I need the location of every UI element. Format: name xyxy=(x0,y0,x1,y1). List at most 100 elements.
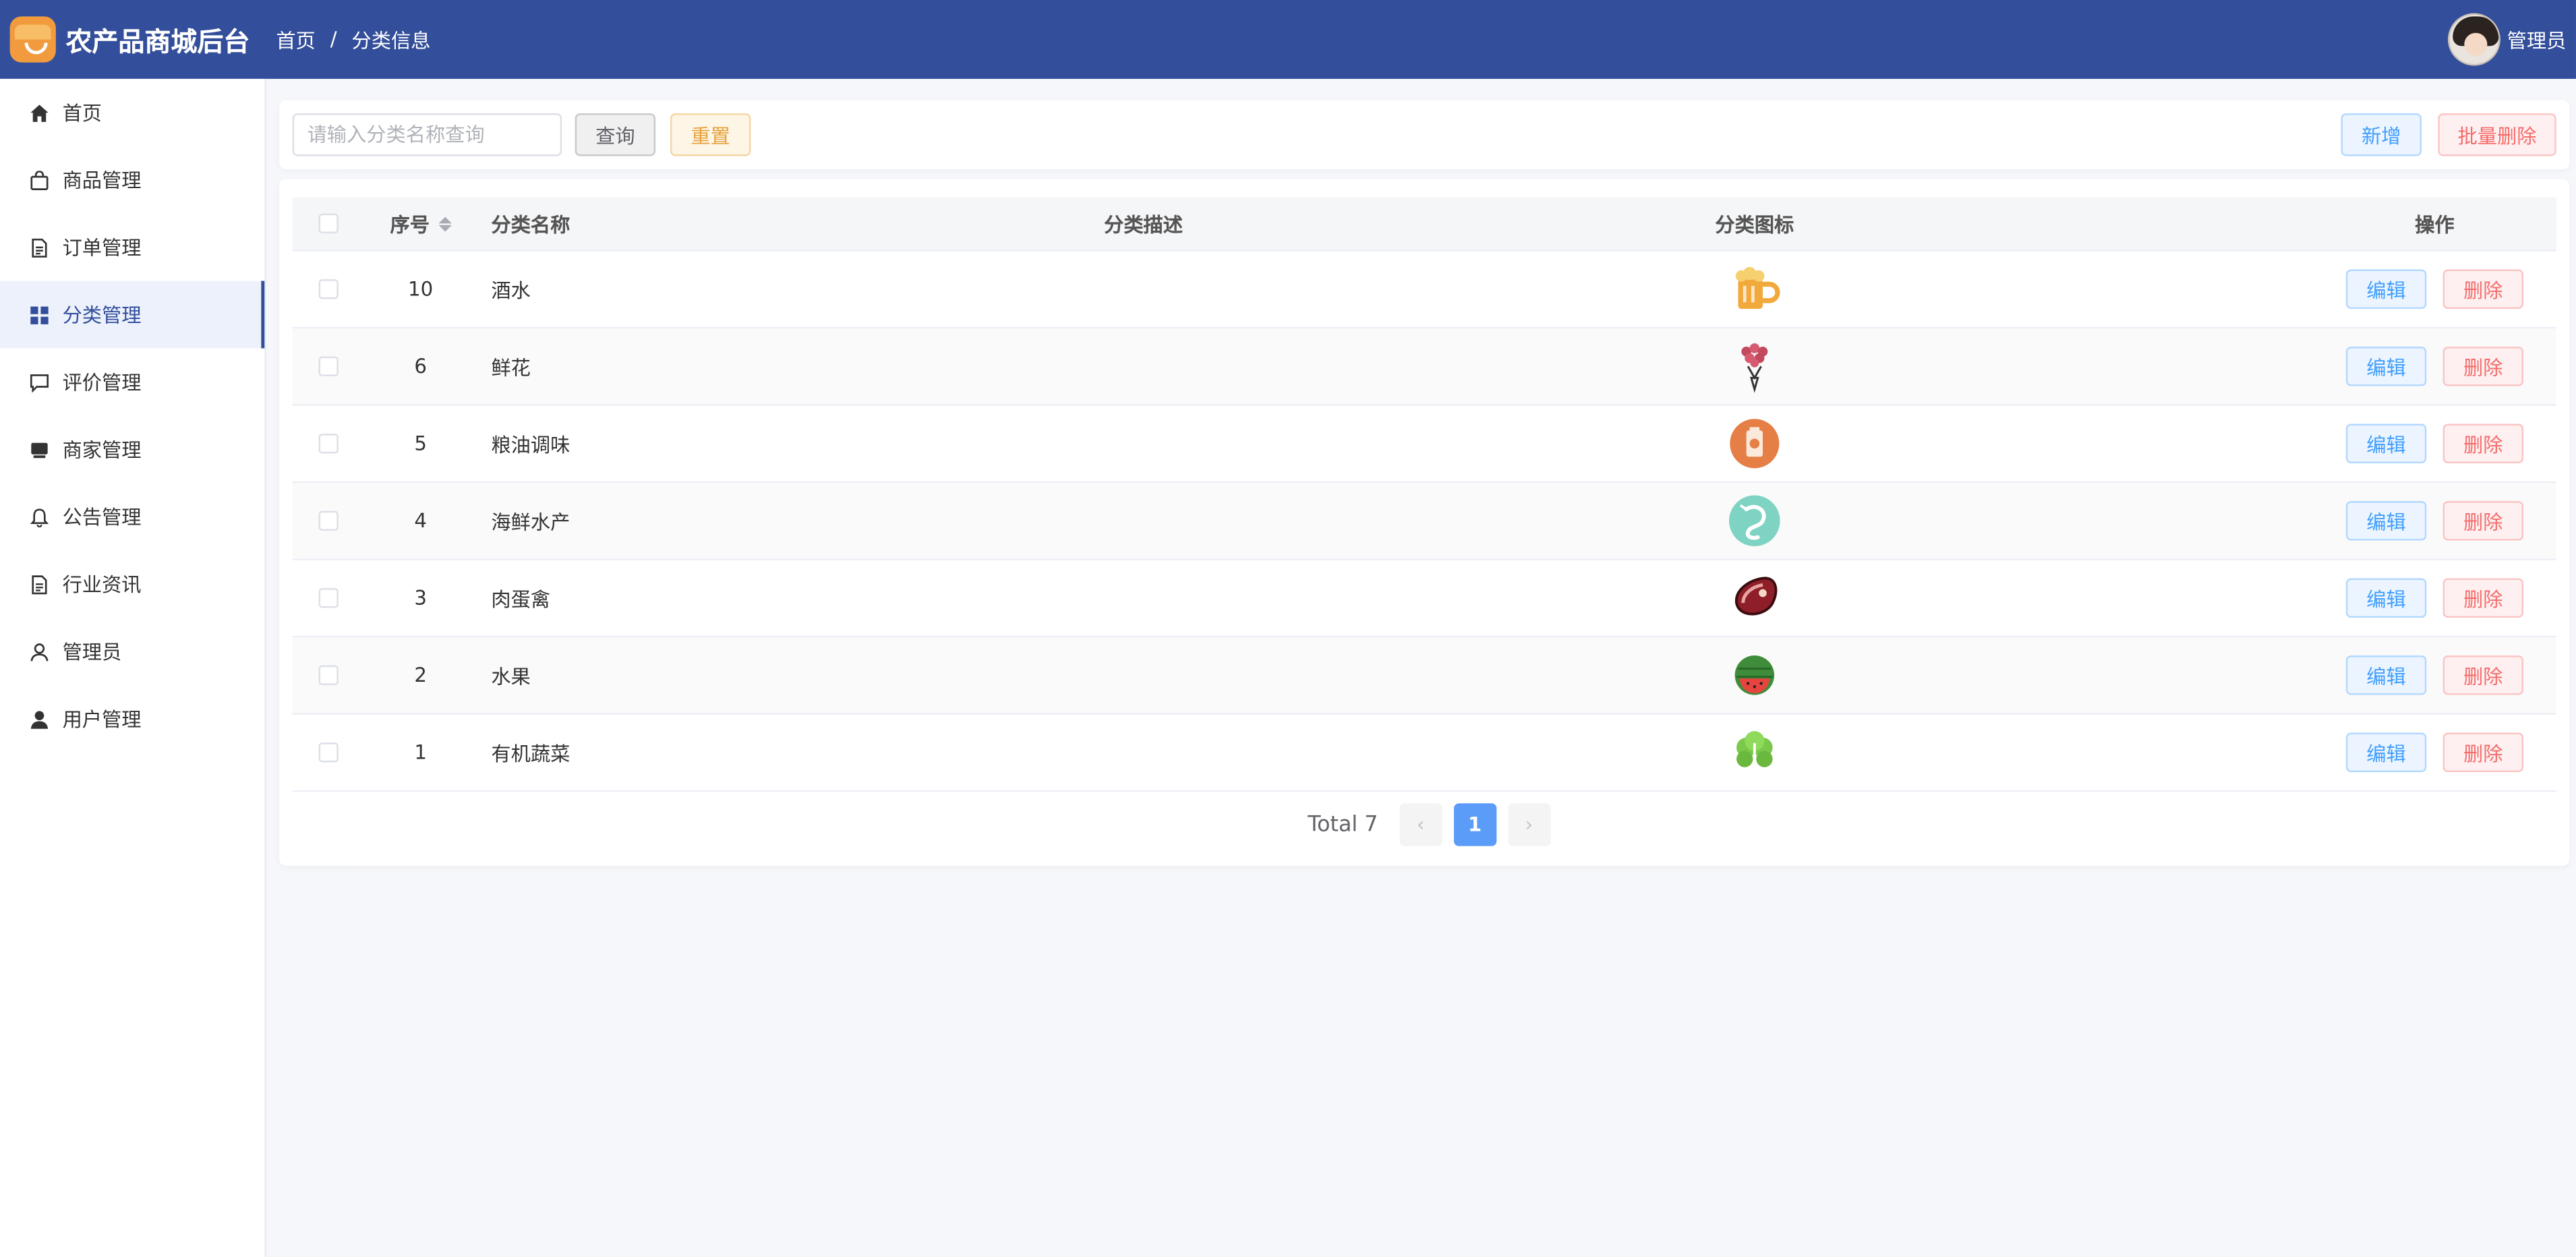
user-icon xyxy=(30,641,49,661)
beer-mug-icon xyxy=(1726,261,1782,317)
edit-button[interactable]: 编辑 xyxy=(2345,423,2427,464)
column-header-actions: 操作 xyxy=(2415,212,2455,236)
row-checkbox[interactable] xyxy=(318,279,339,299)
page-button-current[interactable]: 1 xyxy=(1453,803,1496,846)
row-checkbox[interactable] xyxy=(318,588,339,608)
row-id: 2 xyxy=(414,664,427,687)
edit-button[interactable]: 编辑 xyxy=(2345,655,2427,695)
row-actions: 编辑 删除 xyxy=(2339,637,2530,713)
sidebar-item-label: 用户管理 xyxy=(62,708,142,732)
edit-button[interactable]: 编辑 xyxy=(2345,501,2427,541)
row-actions: 编辑 删除 xyxy=(2339,406,2530,481)
watermelon-icon xyxy=(1726,647,1782,703)
sidebar-item-home[interactable]: 首页 xyxy=(0,79,264,146)
table-row: 4 海鲜水产 编辑 删除 xyxy=(292,483,2556,560)
user-filled-icon xyxy=(30,709,49,728)
shrimp-icon xyxy=(1726,493,1782,549)
delete-button[interactable]: 删除 xyxy=(2442,655,2524,695)
reset-button[interactable]: 重置 xyxy=(670,113,751,156)
chat-icon xyxy=(30,372,49,392)
table-row: 2 水果 编辑 删除 xyxy=(292,637,2556,715)
row-checkbox[interactable] xyxy=(318,665,339,685)
delete-button[interactable]: 删除 xyxy=(2442,423,2524,464)
add-button[interactable]: 新增 xyxy=(2341,113,2422,156)
row-checkbox[interactable] xyxy=(318,356,339,376)
table-row: 3 肉蛋禽 编辑 删除 xyxy=(292,560,2556,638)
edit-button[interactable]: 编辑 xyxy=(2345,578,2427,618)
row-desc xyxy=(979,252,1308,327)
bell-icon xyxy=(30,507,49,527)
delete-button[interactable]: 删除 xyxy=(2442,269,2524,310)
row-icon-cell xyxy=(1590,252,1919,327)
breadcrumb-current: 分类信息 xyxy=(351,28,431,52)
row-desc xyxy=(979,637,1308,713)
sidebar-item-users[interactable]: 用户管理 xyxy=(0,685,264,753)
sidebar-item-label: 商品管理 xyxy=(62,169,142,193)
edit-button[interactable]: 编辑 xyxy=(2345,732,2427,773)
sidebar-item-reviews[interactable]: 评价管理 xyxy=(0,348,264,415)
sidebar-item-merchants[interactable]: 商家管理 xyxy=(0,415,264,483)
row-icon-cell xyxy=(1590,637,1919,713)
row-checkbox-cell xyxy=(318,560,339,636)
table-header: 序号 分类名称 分类描述 分类图标 操作 xyxy=(292,197,2556,252)
row-checkbox[interactable] xyxy=(318,742,339,763)
pagination-total: Total 7 xyxy=(1308,812,1378,838)
sidebar-item-label: 分类管理 xyxy=(62,303,142,327)
row-checkbox-cell xyxy=(318,406,339,481)
flower-bouquet-icon xyxy=(1726,339,1782,394)
table-row: 10 酒水 编辑 删除 xyxy=(292,252,2556,329)
row-name: 酒水 xyxy=(491,278,531,302)
prev-page-button[interactable]: ‹ xyxy=(1399,803,1442,846)
delete-button[interactable]: 删除 xyxy=(2442,501,2524,541)
sidebar-item-label: 商家管理 xyxy=(62,438,142,462)
select-all-checkbox[interactable] xyxy=(318,213,339,233)
row-checkbox-cell xyxy=(318,252,339,327)
sidebar-item-categories[interactable]: 分类管理 xyxy=(0,281,265,349)
shop-logo-icon xyxy=(9,16,56,63)
user-menu[interactable]: 管理员 xyxy=(2447,0,2567,79)
row-actions: 编辑 删除 xyxy=(2339,715,2530,790)
avatar[interactable] xyxy=(2447,13,2500,66)
sidebar-item-orders[interactable]: 订单管理 xyxy=(0,214,264,281)
user-name[interactable]: 管理员 xyxy=(2507,26,2567,53)
column-header-id[interactable]: 序号 xyxy=(374,197,466,250)
steak-icon xyxy=(1726,570,1782,626)
sidebar-item-products[interactable]: 商品管理 xyxy=(0,146,264,214)
breadcrumb: 首页 / 分类信息 xyxy=(276,26,430,53)
edit-button[interactable]: 编辑 xyxy=(2345,347,2427,386)
delete-button[interactable]: 删除 xyxy=(2442,347,2524,386)
app-frame: 农产品商城后台 首页 / 分类信息 管理员 首页 商品管理 订单管理 分类管理 … xyxy=(0,0,2576,1257)
select-all-cell xyxy=(318,197,339,250)
row-checkbox[interactable] xyxy=(318,434,339,454)
search-toolbar: 查询 重置 新增 批量删除 xyxy=(279,100,2570,169)
row-name: 有机蔬菜 xyxy=(491,741,570,765)
row-desc xyxy=(979,483,1308,558)
query-button[interactable]: 查询 xyxy=(575,113,656,156)
sidebar-item-label: 管理员 xyxy=(62,641,122,664)
category-search-input[interactable] xyxy=(292,113,562,156)
shopping-bag-icon xyxy=(30,170,49,189)
oil-bottle-icon xyxy=(1726,415,1782,471)
table-row: 1 有机蔬菜 编辑 删除 xyxy=(292,715,2556,792)
table-row: 5 粮油调味 编辑 删除 xyxy=(292,406,2556,484)
document-icon xyxy=(30,574,49,594)
row-name: 粮油调味 xyxy=(491,432,570,457)
sort-icon[interactable] xyxy=(438,216,451,231)
sidebar-item-admins[interactable]: 管理员 xyxy=(0,618,264,685)
delete-button[interactable]: 删除 xyxy=(2442,578,2524,618)
sidebar-item-label: 行业资讯 xyxy=(62,573,142,597)
sidebar-item-label: 首页 xyxy=(62,102,103,125)
row-id: 1 xyxy=(414,740,427,764)
batch-delete-button[interactable]: 批量删除 xyxy=(2438,113,2556,156)
edit-button[interactable]: 编辑 xyxy=(2345,269,2427,310)
row-actions: 编辑 删除 xyxy=(2339,252,2530,327)
sidebar-item-announcements[interactable]: 公告管理 xyxy=(0,483,264,550)
sidebar-item-label: 公告管理 xyxy=(62,506,142,529)
row-id: 6 xyxy=(414,355,427,378)
row-checkbox[interactable] xyxy=(318,510,339,531)
next-page-button[interactable]: › xyxy=(1507,803,1551,846)
breadcrumb-home[interactable]: 首页 xyxy=(276,26,316,53)
sidebar-item-news[interactable]: 行业资讯 xyxy=(0,550,264,618)
row-name: 肉蛋禽 xyxy=(491,587,551,611)
delete-button[interactable]: 删除 xyxy=(2442,732,2524,773)
